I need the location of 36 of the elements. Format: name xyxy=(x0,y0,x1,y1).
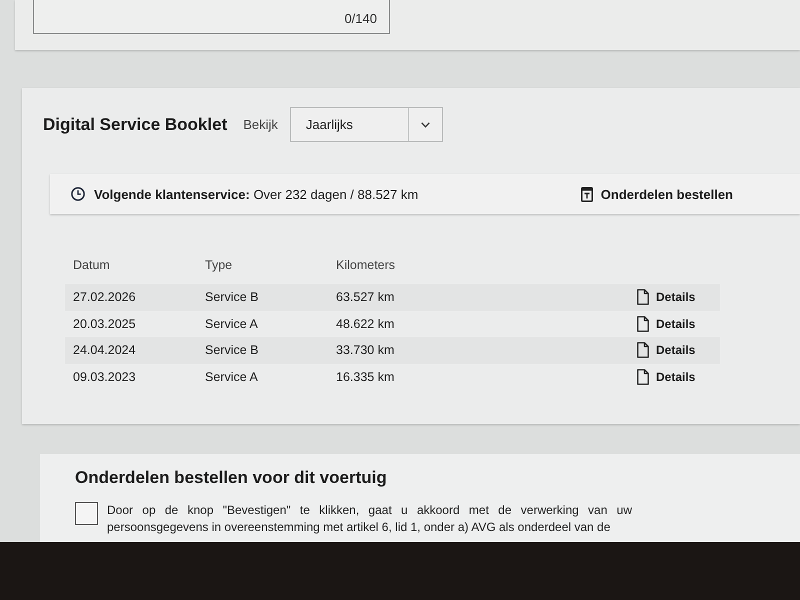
table-cell-text: Service B xyxy=(205,290,260,304)
table-cell-text: 09.03.2023 xyxy=(73,370,137,384)
file-icon xyxy=(637,316,649,332)
order-parts-link[interactable]: Onderdelen bestellen xyxy=(580,186,733,202)
column-header: Type xyxy=(205,258,234,272)
file-icon xyxy=(637,368,649,385)
section-title: Digital Service Booklet xyxy=(43,114,228,134)
details-link[interactable]: Details xyxy=(637,316,696,332)
consent-checkbox[interactable] xyxy=(75,502,98,525)
column-header: Datum xyxy=(73,258,111,272)
table-cell-text: Service B xyxy=(205,343,260,358)
file-icon xyxy=(637,289,649,306)
table-cell-text: 48.622 km xyxy=(336,316,396,331)
character-counter: 0/140 xyxy=(344,11,377,26)
section-title: Onderdelen bestellen voor dit voertuig xyxy=(75,468,388,488)
text-area-field[interactable]: 0/140 xyxy=(33,0,390,34)
table-cell-text: 33.730 km xyxy=(336,343,396,358)
table-cell-text: Service A xyxy=(205,370,259,384)
consent-text: Door op de knop "Bevestigen" te klikken, gaat u akkoord met de verwerking van uw persoonsgegevens in overeenstemming met artikel 6, lid 1, onder a) AVG als onderdeel van de xyxy=(107,502,632,536)
chevron-down-icon xyxy=(420,122,430,128)
next-service-text: Volgende klantenservice: Over 232 dagen / 88.527 km xyxy=(94,186,420,202)
file-icon xyxy=(637,342,649,358)
details-link[interactable]: Details xyxy=(637,342,696,358)
table-cell-text: 63.527 km xyxy=(336,290,396,304)
column-header: Kilometers xyxy=(336,258,396,272)
document-icon xyxy=(580,186,593,202)
clock-icon xyxy=(71,187,85,201)
table-cell-text: 20.03.2025 xyxy=(73,316,137,331)
details-link[interactable]: Details xyxy=(637,289,696,306)
view-label: Bekijk xyxy=(243,117,278,132)
table-cell-text: Service A xyxy=(205,316,259,331)
details-link[interactable]: Details xyxy=(637,368,696,385)
view-select[interactable]: Jaarlijks xyxy=(290,107,443,142)
table-cell-text: 24.04.2024 xyxy=(73,343,137,358)
table-cell-text: 16.335 km xyxy=(336,370,396,384)
table-cell-text: 27.02.2026 xyxy=(73,290,137,304)
